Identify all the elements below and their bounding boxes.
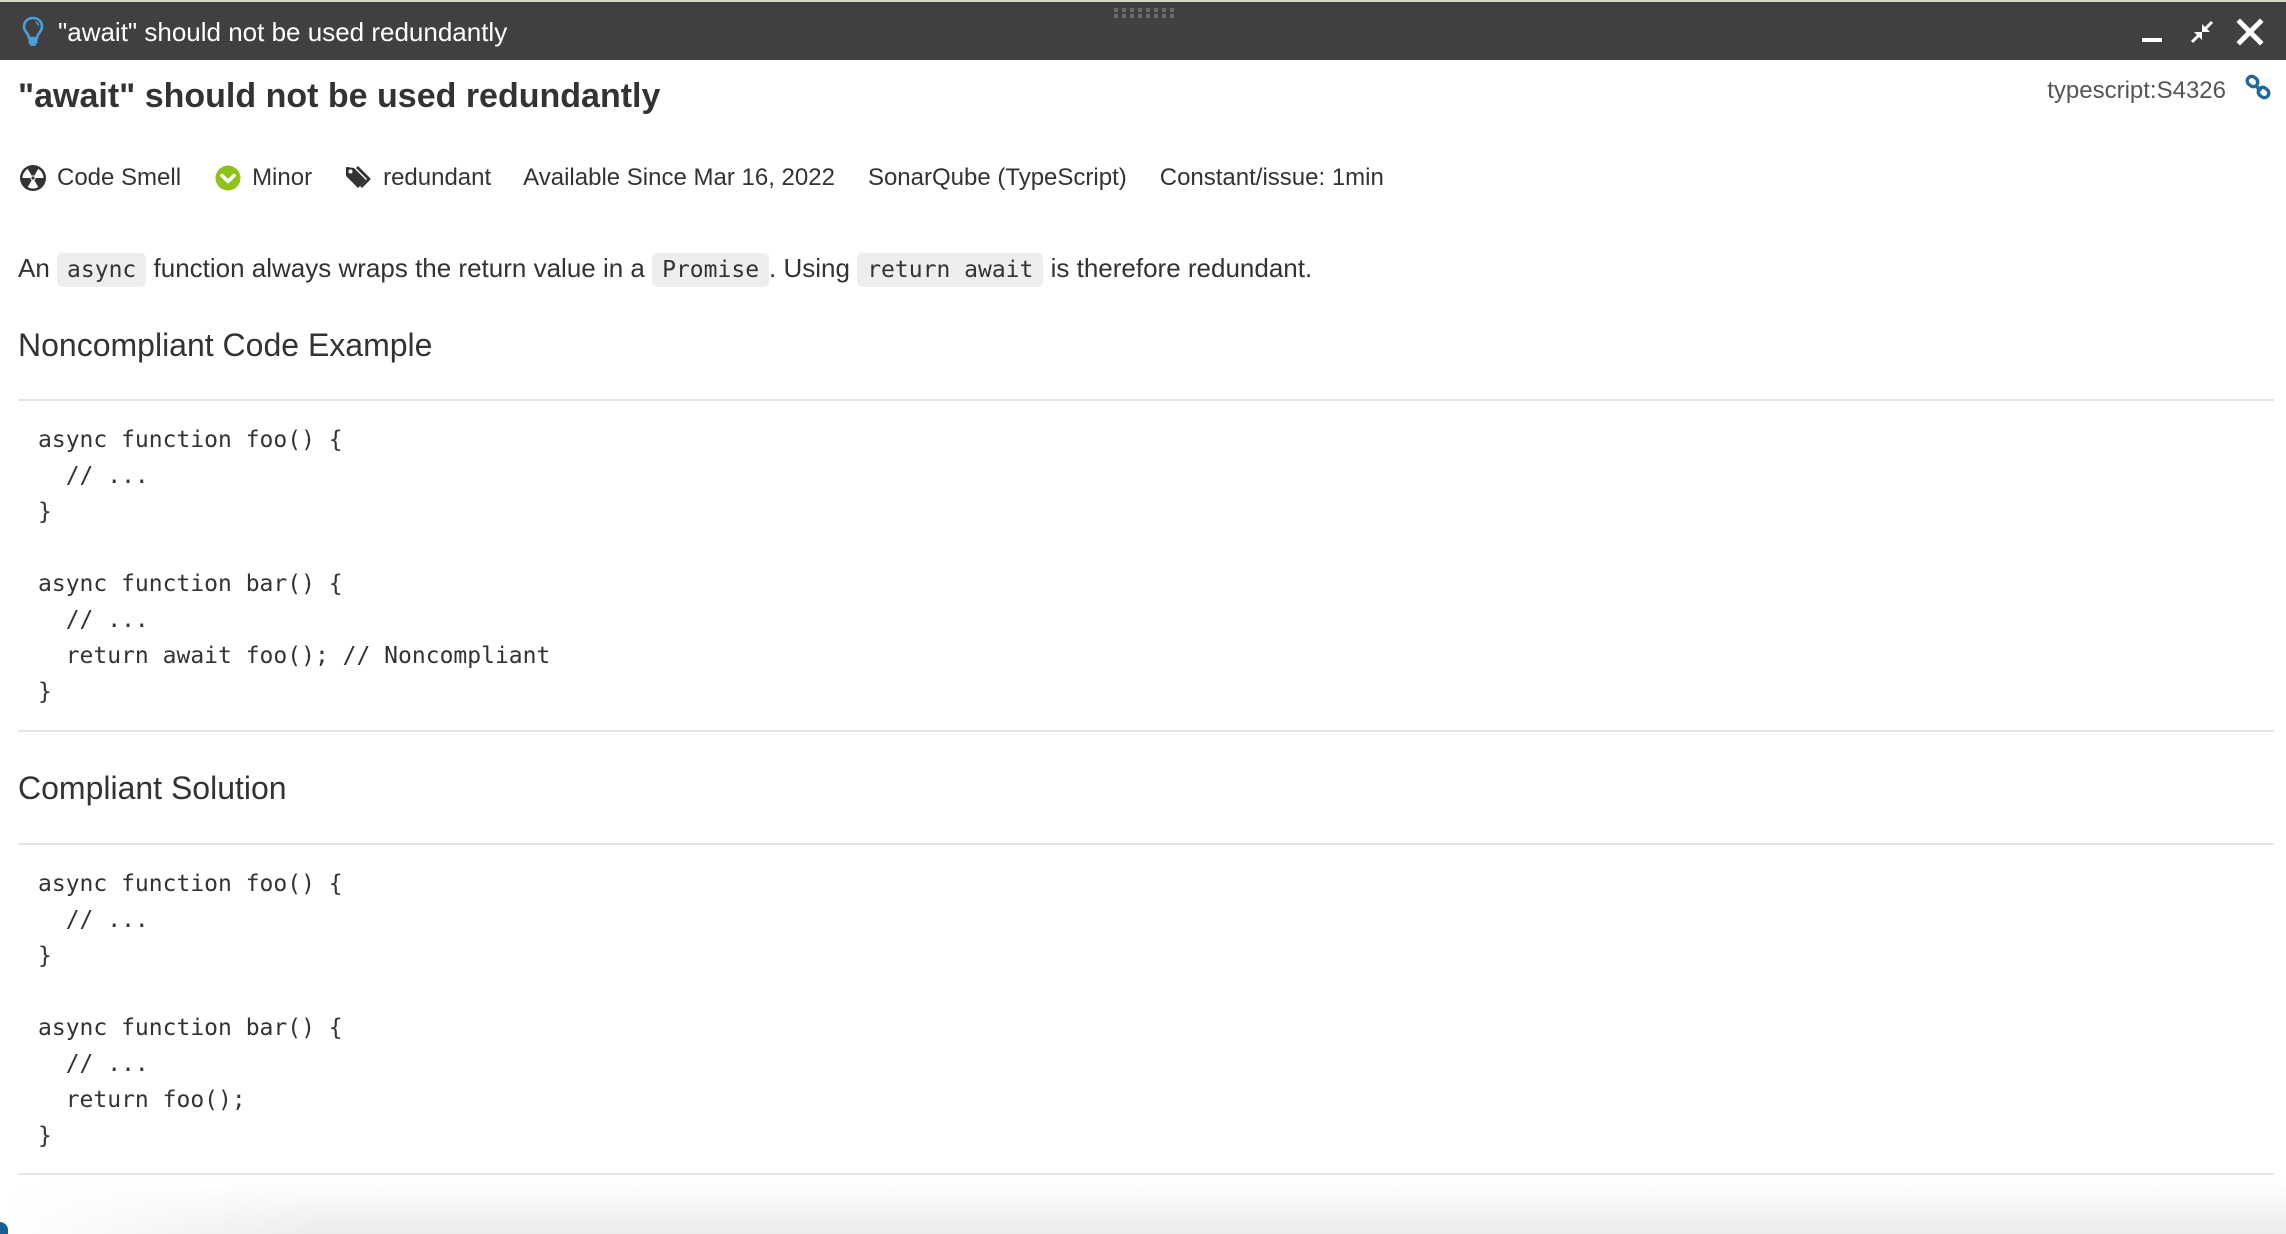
- tags-icon: [344, 163, 374, 193]
- remediation-effort: Constant/issue: 1min: [1159, 164, 1384, 191]
- restore-button[interactable]: [2186, 16, 2218, 48]
- divider: [18, 730, 2274, 732]
- code-smell-icon: [18, 163, 48, 193]
- description-text: . Using: [769, 253, 858, 283]
- minimize-icon: [2142, 38, 2162, 42]
- lightbulb-icon: [22, 16, 44, 48]
- rule-metadata: Code Smell Minor redundant Available Sin…: [18, 160, 1417, 196]
- description-text: An: [18, 253, 58, 283]
- rule-severity: Minor: [213, 163, 312, 193]
- rule-tag-label: redundant: [383, 164, 492, 191]
- compliant-heading: Compliant Solution: [18, 770, 287, 806]
- panel-title: "await" should not be used redundantly: [58, 17, 508, 47]
- panel-title-bar[interactable]: "await" should not be used redundantly: [0, 2, 2286, 60]
- rule-type-label: Code Smell: [57, 164, 182, 191]
- rule-description: An async function always wraps the retur…: [18, 248, 1312, 290]
- noncompliant-heading: Noncompliant Code Example: [18, 327, 433, 363]
- rule-type: Code Smell: [18, 163, 181, 193]
- close-icon: [2236, 18, 2264, 46]
- close-button[interactable]: [2234, 16, 2266, 48]
- available-since: Available Since Mar 16, 2022: [523, 164, 835, 191]
- restore-icon: [2190, 20, 2214, 44]
- rule-repository: SonarQube (TypeScript): [867, 164, 1127, 191]
- divider: [18, 843, 2274, 845]
- divider: [18, 399, 2274, 401]
- rule-severity-label: Minor: [252, 164, 313, 191]
- inline-code: async: [57, 253, 147, 287]
- divider: [18, 1173, 2274, 1175]
- rule-title: "await" should not be used redundantly: [18, 77, 661, 115]
- description-text: is therefore redundant.: [1043, 253, 1313, 283]
- compliant-code-block: async function foo() { // ... } async fu…: [38, 871, 343, 1149]
- inline-code: Promise: [652, 253, 770, 287]
- noncompliant-code-block: async function foo() { // ... } async fu…: [38, 427, 551, 705]
- minimize-button[interactable]: [2136, 16, 2168, 48]
- link-icon[interactable]: [2244, 74, 2274, 104]
- minor-severity-icon: [213, 163, 243, 193]
- drag-handle[interactable]: [1114, 8, 1178, 18]
- rule-key: typescript:S4326: [2047, 77, 2226, 104]
- description-text: function always wraps the return value i…: [146, 253, 653, 283]
- inline-code: return await: [857, 253, 1044, 287]
- rule-tag[interactable]: redundant: [344, 163, 491, 193]
- scroll-fade: [0, 1180, 2286, 1234]
